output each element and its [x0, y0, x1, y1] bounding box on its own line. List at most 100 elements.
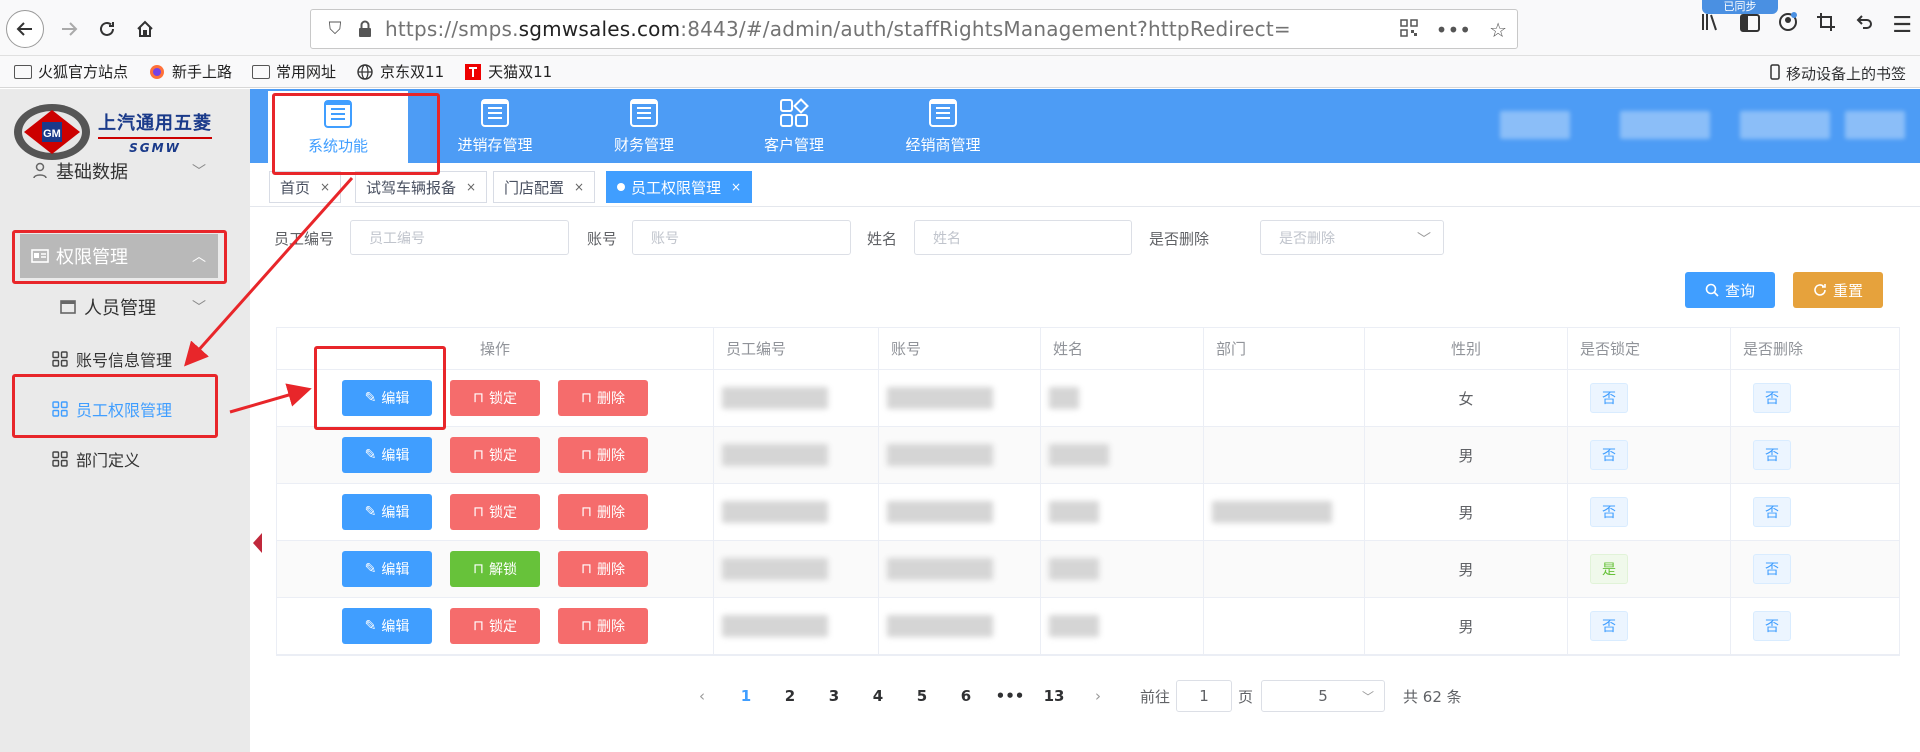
account-icon[interactable] [1778, 12, 1798, 38]
topnav-inventory[interactable]: 进销存管理 [425, 89, 565, 163]
close-icon[interactable]: × [320, 180, 330, 194]
cell-department [1204, 598, 1365, 654]
prev-page-icon[interactable]: ‹ [680, 687, 724, 705]
search-icon [1705, 283, 1719, 297]
page-number[interactable]: 5 [900, 687, 944, 705]
bookmark-item[interactable]: 火狐官方站点 [14, 61, 128, 82]
edit-button[interactable]: ✎ 编辑 [342, 608, 432, 644]
grid-menu-icon [50, 449, 70, 469]
edit-button[interactable]: ✎ 编辑 [342, 494, 432, 530]
trash-icon: ⊓ [581, 447, 592, 463]
redacted-value [722, 558, 828, 580]
delete-button[interactable]: ⊓ 删除 [558, 380, 648, 416]
lock-button[interactable]: ⊓ 锁定 [450, 437, 540, 473]
close-icon[interactable]: × [574, 180, 584, 194]
more-pages-icon[interactable]: ••• [988, 687, 1032, 705]
cell-deleted: 否 [1731, 598, 1899, 654]
tab-test-drive[interactable]: 试驾车辆报备 × [355, 171, 488, 203]
page-number[interactable]: 2 [768, 687, 812, 705]
sidebar-collapse-icon[interactable] [250, 530, 264, 556]
address-bar[interactable]: ⛉ https://smps.sgmwsales.com:8443/#/admi… [310, 9, 1518, 49]
page-number[interactable]: 6 [944, 687, 988, 705]
delete-button[interactable]: ⊓ 删除 [558, 551, 648, 587]
cell-locked: 否 [1568, 370, 1731, 426]
account-input[interactable]: 账号 [632, 220, 851, 255]
topnav-customers[interactable]: 客户管理 [724, 89, 864, 163]
tab-home[interactable]: 首页 × [269, 171, 342, 203]
bookmark-item[interactable]: 常用网址 [252, 61, 336, 82]
col-account: 账号 [879, 328, 1041, 369]
delete-button[interactable]: ⊓ 删除 [558, 608, 648, 644]
bookmark-item[interactable]: 天猫双11 [464, 61, 552, 82]
staff-rights-table: 操作 员工编号 账号 姓名 部门 性别 是否锁定 是否删除 ✎ 编辑 ⊓ 锁定 ⊓ 删… [276, 327, 1900, 656]
sidebar-item-dept-def[interactable]: 部门定义 [50, 447, 140, 471]
lock-button[interactable]: ⊓ 锁定 [450, 494, 540, 530]
sidebar-item-personnel-mgmt[interactable]: 人员管理 ﹀ [58, 295, 206, 319]
lock-button[interactable]: ⊓ 锁定 [450, 608, 540, 644]
home-button[interactable] [126, 10, 164, 48]
cell-name [1041, 598, 1204, 654]
qr-code-icon[interactable] [1399, 18, 1418, 42]
status-badge: 否 [1753, 440, 1791, 470]
back-button[interactable] [6, 10, 44, 48]
cell-locked: 否 [1568, 484, 1731, 540]
unlock-button[interactable]: ⊓ 解锁 [450, 551, 540, 587]
tab-staff-rights[interactable]: 员工权限管理 × [606, 171, 753, 203]
staff-no-input[interactable]: 员工编号 [350, 220, 569, 255]
reset-button[interactable]: 重置 [1793, 272, 1883, 308]
lock-button[interactable]: ⊓ 锁定 [450, 380, 540, 416]
menu-icon[interactable]: ☰ [1892, 13, 1912, 38]
delete-button[interactable]: ⊓ 删除 [558, 494, 648, 530]
cell-deleted: 否 [1731, 427, 1899, 483]
page-size-select[interactable]: 5 ﹀ [1261, 680, 1386, 712]
topnav-dealers[interactable]: 经销商管理 [873, 89, 1013, 163]
redacted-user-info [1500, 111, 1570, 139]
sidebar-item-basic-data[interactable]: 基础数据 ﹀ [30, 159, 206, 183]
edit-button[interactable]: ✎ 编辑 [342, 437, 432, 473]
redacted-value [887, 444, 993, 466]
name-input[interactable]: 姓名 [914, 220, 1132, 255]
tab-store-config[interactable]: 门店配置 × [493, 171, 596, 203]
unlock-icon: ⊓ [473, 561, 484, 577]
chevron-down-icon: ﹀ [1417, 232, 1431, 248]
topnav-finance[interactable]: 财务管理 [574, 89, 714, 163]
goto-page-input[interactable]: 1 [1176, 680, 1233, 712]
home-icon [137, 20, 153, 37]
name-label: 姓名 [867, 230, 898, 248]
crop-icon[interactable] [1816, 12, 1836, 38]
lock-icon[interactable] [355, 17, 375, 41]
sidebar-item-account-info[interactable]: 账号信息管理 [50, 347, 172, 371]
deleted-select[interactable]: 是否删除 ﹀ [1260, 220, 1444, 255]
status-badge: 否 [1590, 383, 1628, 413]
redacted-value [722, 387, 828, 409]
logo-divider [98, 137, 212, 139]
page-number[interactable]: 4 [856, 687, 900, 705]
forward-button[interactable] [50, 10, 88, 48]
delete-button[interactable]: ⊓ 删除 [558, 437, 648, 473]
annotation-box [12, 374, 218, 438]
edit-button[interactable]: ✎ 编辑 [342, 551, 432, 587]
query-button[interactable]: 查询 [1685, 272, 1775, 308]
lock-icon: ⊓ [473, 618, 484, 634]
bookmark-item[interactable]: 新手上路 [148, 61, 232, 82]
page-number[interactable]: 13 [1032, 687, 1076, 705]
page-number[interactable]: 3 [812, 687, 856, 705]
more-actions-icon[interactable]: ••• [1436, 18, 1471, 42]
cell-gender: 男 [1365, 541, 1568, 597]
cell-gender: 男 [1365, 427, 1568, 483]
undo-icon[interactable] [1854, 12, 1874, 38]
next-page-icon[interactable]: › [1076, 687, 1120, 705]
library-icon[interactable] [1700, 12, 1722, 38]
bookmark-item[interactable]: 京东双11 [356, 61, 444, 82]
sidebar-toggle-icon[interactable] [1740, 13, 1761, 38]
redacted-value [1049, 615, 1099, 637]
goto-label: 前往 [1140, 687, 1171, 706]
shield-icon[interactable]: ⛉ [323, 17, 347, 41]
page-number[interactable]: 1 [724, 687, 768, 705]
mobile-bookmarks[interactable]: 移动设备上的书签 [1770, 63, 1906, 84]
close-icon[interactable]: × [731, 180, 741, 194]
close-icon[interactable]: × [466, 180, 476, 194]
bookmark-star-icon[interactable]: ☆ [1489, 18, 1507, 42]
trash-icon: ⊓ [581, 618, 592, 634]
reload-button[interactable] [88, 10, 126, 48]
